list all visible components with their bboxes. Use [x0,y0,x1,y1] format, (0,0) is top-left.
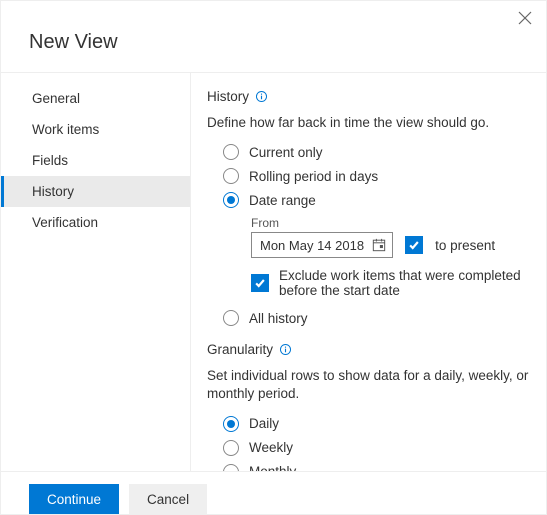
radio-weekly[interactable]: Weekly [223,440,532,456]
dialog-footer: Continue Cancel [1,472,546,514]
radio-label: Rolling period in days [249,169,378,184]
radio-date-range[interactable]: Date range [223,192,532,208]
radio-label: Weekly [249,440,293,455]
new-view-dialog: New View General Work items Fields Histo… [0,0,547,515]
granularity-header: Granularity [207,342,532,357]
sidebar-item-fields[interactable]: Fields [1,145,190,176]
radio-icon [223,416,239,432]
sidebar-item-work-items[interactable]: Work items [1,114,190,145]
radio-rolling-period[interactable]: Rolling period in days [223,168,532,184]
sidebar-item-label: Work items [32,122,99,137]
from-date-value: Mon May 14 2018 [260,238,364,253]
radio-label: Daily [249,416,279,431]
radio-all-history[interactable]: All history [223,310,532,326]
radio-daily[interactable]: Daily [223,416,532,432]
exclude-label: Exclude work items that were completed b… [279,268,532,298]
continue-button[interactable]: Continue [29,484,119,514]
content-panel: History Define how far back in time the … [190,73,546,471]
info-icon[interactable] [255,90,268,103]
sidebar-item-general[interactable]: General [1,83,190,114]
checkbox-to-present[interactable] [405,236,423,254]
checkbox-exclude-completed[interactable] [251,274,269,292]
radio-icon [223,144,239,160]
radio-icon [223,310,239,326]
radio-label: Current only [249,145,323,160]
info-icon[interactable] [279,343,292,356]
close-icon[interactable] [518,11,532,30]
radio-label: Date range [249,193,316,208]
radio-monthly[interactable]: Monthly [223,464,532,471]
sidebar-item-verification[interactable]: Verification [1,207,190,238]
from-date-input[interactable]: Mon May 14 2018 [251,232,393,258]
sidebar-item-history[interactable]: History [1,176,190,207]
to-present-label: to present [435,238,495,253]
radio-icon [223,464,239,471]
radio-icon [223,168,239,184]
radio-label: Monthly [249,464,296,471]
sidebar-item-label: General [32,91,80,106]
calendar-icon [372,238,386,252]
radio-current-only[interactable]: Current only [223,144,532,160]
radio-icon [223,440,239,456]
radio-label: All history [249,311,308,326]
dialog-title: New View [1,1,546,72]
sidebar-item-label: History [32,184,74,199]
cancel-button[interactable]: Cancel [129,484,207,514]
sidebar-item-label: Verification [32,215,98,230]
radio-icon [223,192,239,208]
granularity-desc: Set individual rows to show data for a d… [207,367,532,403]
sidebar: General Work items Fields History Verifi… [1,73,190,471]
granularity-header-label: Granularity [207,342,273,357]
history-desc: Define how far back in time the view sho… [207,114,532,132]
history-header-label: History [207,89,249,104]
from-label: From [251,216,532,230]
sidebar-item-label: Fields [32,153,68,168]
history-header: History [207,89,532,104]
